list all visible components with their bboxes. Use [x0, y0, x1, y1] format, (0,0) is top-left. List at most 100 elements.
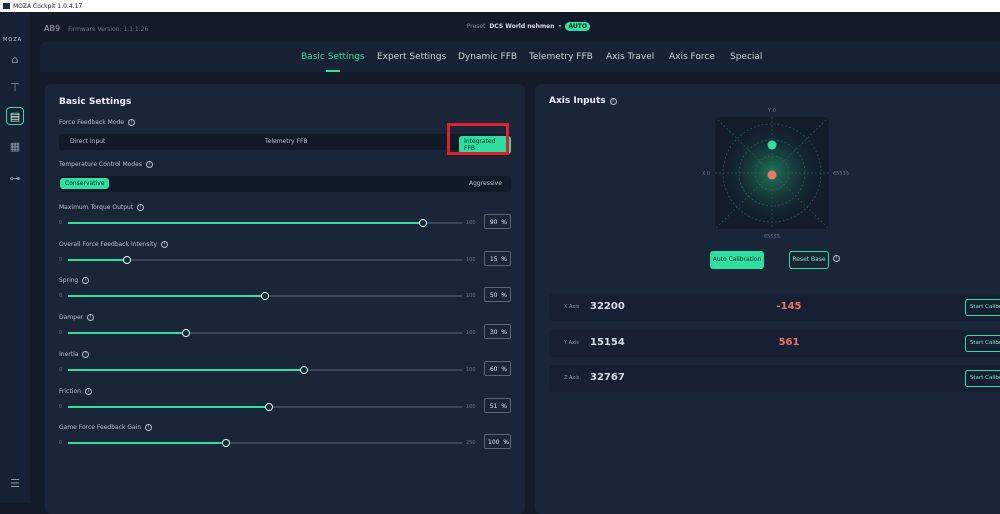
ffb-mode-label: Force Feedback Mode i	[59, 119, 135, 126]
basic-settings-panel: Basic Settings Force Feedback Mode i Dire…	[45, 84, 525, 514]
info-icon[interactable]: i	[161, 240, 169, 248]
slider-value-input[interactable]: 51 %	[484, 397, 511, 413]
axis-inputs-title: Axis Inputs i	[549, 96, 617, 106]
slider-thumb[interactable]	[221, 439, 230, 448]
highlight-annotation	[447, 123, 509, 155]
axis-delta: -145	[776, 301, 802, 312]
slider-max: 250	[466, 440, 476, 447]
slider-min: 0	[59, 330, 63, 337]
preset-selector[interactable]: Preset DCS World nehmen ▾ AUTO	[467, 22, 590, 31]
slider-label: Spring i	[59, 277, 90, 285]
tab-special[interactable]: Special	[730, 52, 762, 62]
info-icon[interactable]: i	[127, 119, 135, 126]
slider-track[interactable]	[68, 292, 462, 301]
slider-label: Damper i	[59, 314, 95, 322]
slider-thumb[interactable]	[182, 329, 191, 338]
slider-max: 100	[466, 220, 476, 226]
info-icon[interactable]: i	[609, 97, 617, 105]
slider-value-input[interactable]: 60 %	[484, 360, 511, 376]
axis-delta: 561	[778, 336, 800, 348]
slider-thumb[interactable]	[418, 219, 427, 227]
slider-fill	[68, 332, 187, 335]
tab-telemetry-ffb[interactable]: Telemetry FFB	[529, 52, 593, 62]
slider-fill	[68, 368, 305, 371]
tab-dynamic-ffb[interactable]: Dynamic FFB	[458, 52, 517, 62]
reset-base-button[interactable]: Reset Base	[789, 251, 829, 269]
axis-row: Z Axis 32767 Start Calibration	[549, 365, 1000, 392]
slider-row: 0 100 50 %	[59, 287, 511, 307]
option-aggressive[interactable]: Aggressive	[469, 180, 502, 187]
axis-name: X Axis	[564, 304, 580, 310]
info-icon[interactable]: i	[82, 350, 90, 358]
slider-label: Inertia i	[59, 350, 90, 358]
settings-sliders-icon[interactable]: ☰	[6, 474, 24, 492]
home-icon[interactable]: ⌂	[6, 50, 24, 68]
info-icon[interactable]: i	[145, 161, 153, 168]
start-calibration-button[interactable]: Start Calibration	[965, 299, 1000, 316]
info-icon[interactable]: i	[145, 424, 153, 432]
slider-thumb[interactable]	[300, 365, 309, 374]
slider-label: Game Force Feedback Gain i	[59, 424, 153, 432]
slider-thumb[interactable]	[123, 255, 132, 264]
auto-calibration-button[interactable]: Auto Calibration	[710, 251, 764, 269]
temp-mode-selector: Conservative Aggressive	[59, 176, 511, 192]
temp-mode-label: Temperature Control Modes i	[59, 161, 153, 168]
slider-value-input[interactable]: 30 %	[484, 324, 511, 340]
slider-track[interactable]	[68, 255, 462, 264]
slider-track[interactable]	[68, 365, 462, 374]
slider-value-input[interactable]: 50 %	[484, 287, 511, 303]
slider-value-input[interactable]: 100 %	[484, 434, 511, 450]
slider-track[interactable]	[68, 219, 462, 227]
slider-value-input[interactable]: 90 %	[484, 214, 511, 229]
throttle-icon[interactable]: ▦	[6, 137, 24, 155]
slider-fill	[68, 295, 265, 298]
slider-value-input[interactable]: 15 %	[484, 250, 511, 266]
slider-row: 0 100 30 %	[59, 324, 511, 344]
tab-basic-settings[interactable]: Basic Settings	[301, 52, 365, 72]
slider-min: 0	[59, 220, 63, 226]
slider-max: 100	[466, 330, 476, 337]
option-direct-input[interactable]: Direct Input	[70, 138, 105, 145]
option-conservative[interactable]: Conservative	[60, 178, 110, 189]
tab-expert-settings[interactable]: Expert Settings	[377, 52, 446, 62]
axis-position-plot	[715, 117, 829, 229]
slider-track[interactable]	[68, 439, 462, 448]
joystick-radar	[715, 117, 829, 229]
info-icon[interactable]: i	[87, 314, 95, 322]
tab-axis-force[interactable]: Axis Force	[669, 52, 715, 62]
tab-bar: Basic Settings Expert Settings Dynamic F…	[40, 42, 1000, 72]
x-min-label: X 0	[702, 171, 711, 177]
start-calibration-button[interactable]: Start Calibration	[965, 370, 1000, 387]
info-icon[interactable]: i	[84, 387, 92, 395]
info-icon[interactable]: i	[137, 204, 145, 211]
start-calibration-button[interactable]: Start Calibration	[965, 334, 1000, 352]
slider-min: 0	[59, 403, 63, 410]
slider-thumb[interactable]	[264, 402, 273, 411]
slider-row: 0 100 90 %	[59, 214, 511, 234]
slider-row: 0 100 60 %	[59, 360, 511, 381]
slider-min: 0	[59, 256, 63, 263]
panel-title: Basic Settings	[59, 97, 132, 107]
option-telemetry-ffb[interactable]: Telemetry FFB	[265, 138, 308, 145]
slider-track[interactable]	[68, 329, 462, 338]
info-icon[interactable]: i	[833, 255, 840, 262]
slider-fill	[68, 442, 226, 445]
slider-thumb[interactable]	[261, 292, 269, 301]
x-max-label: 65535	[833, 171, 849, 177]
current-position-dot	[767, 140, 777, 150]
slider-track[interactable]	[68, 402, 462, 411]
slider-max: 100	[466, 403, 476, 410]
ffb-mode-selector: Direct Input Telemetry FFB Integrated FF…	[59, 134, 511, 154]
tab-axis-travel[interactable]: Axis Travel	[606, 52, 654, 62]
slider-min: 0	[59, 366, 63, 373]
info-icon[interactable]: i	[82, 277, 90, 285]
title-bar: MOZA Cockpit 1.0.4.17	[0, 0, 1000, 12]
axis-inputs-panel: Axis Inputs i Y 0 X 0 65535 65535 Auto Ca…	[535, 84, 1000, 514]
window-title: MOZA Cockpit 1.0.4.17	[13, 2, 83, 10]
axis-name: Y Axis	[564, 339, 580, 346]
joystick-base-icon[interactable]: ▤	[6, 107, 24, 125]
wheel-base-icon[interactable]: ⊤	[6, 78, 24, 96]
slider-max: 100	[466, 293, 476, 300]
pedals-icon[interactable]: ⊶	[6, 169, 24, 187]
preset-value: DCS World nehmen	[489, 23, 555, 30]
